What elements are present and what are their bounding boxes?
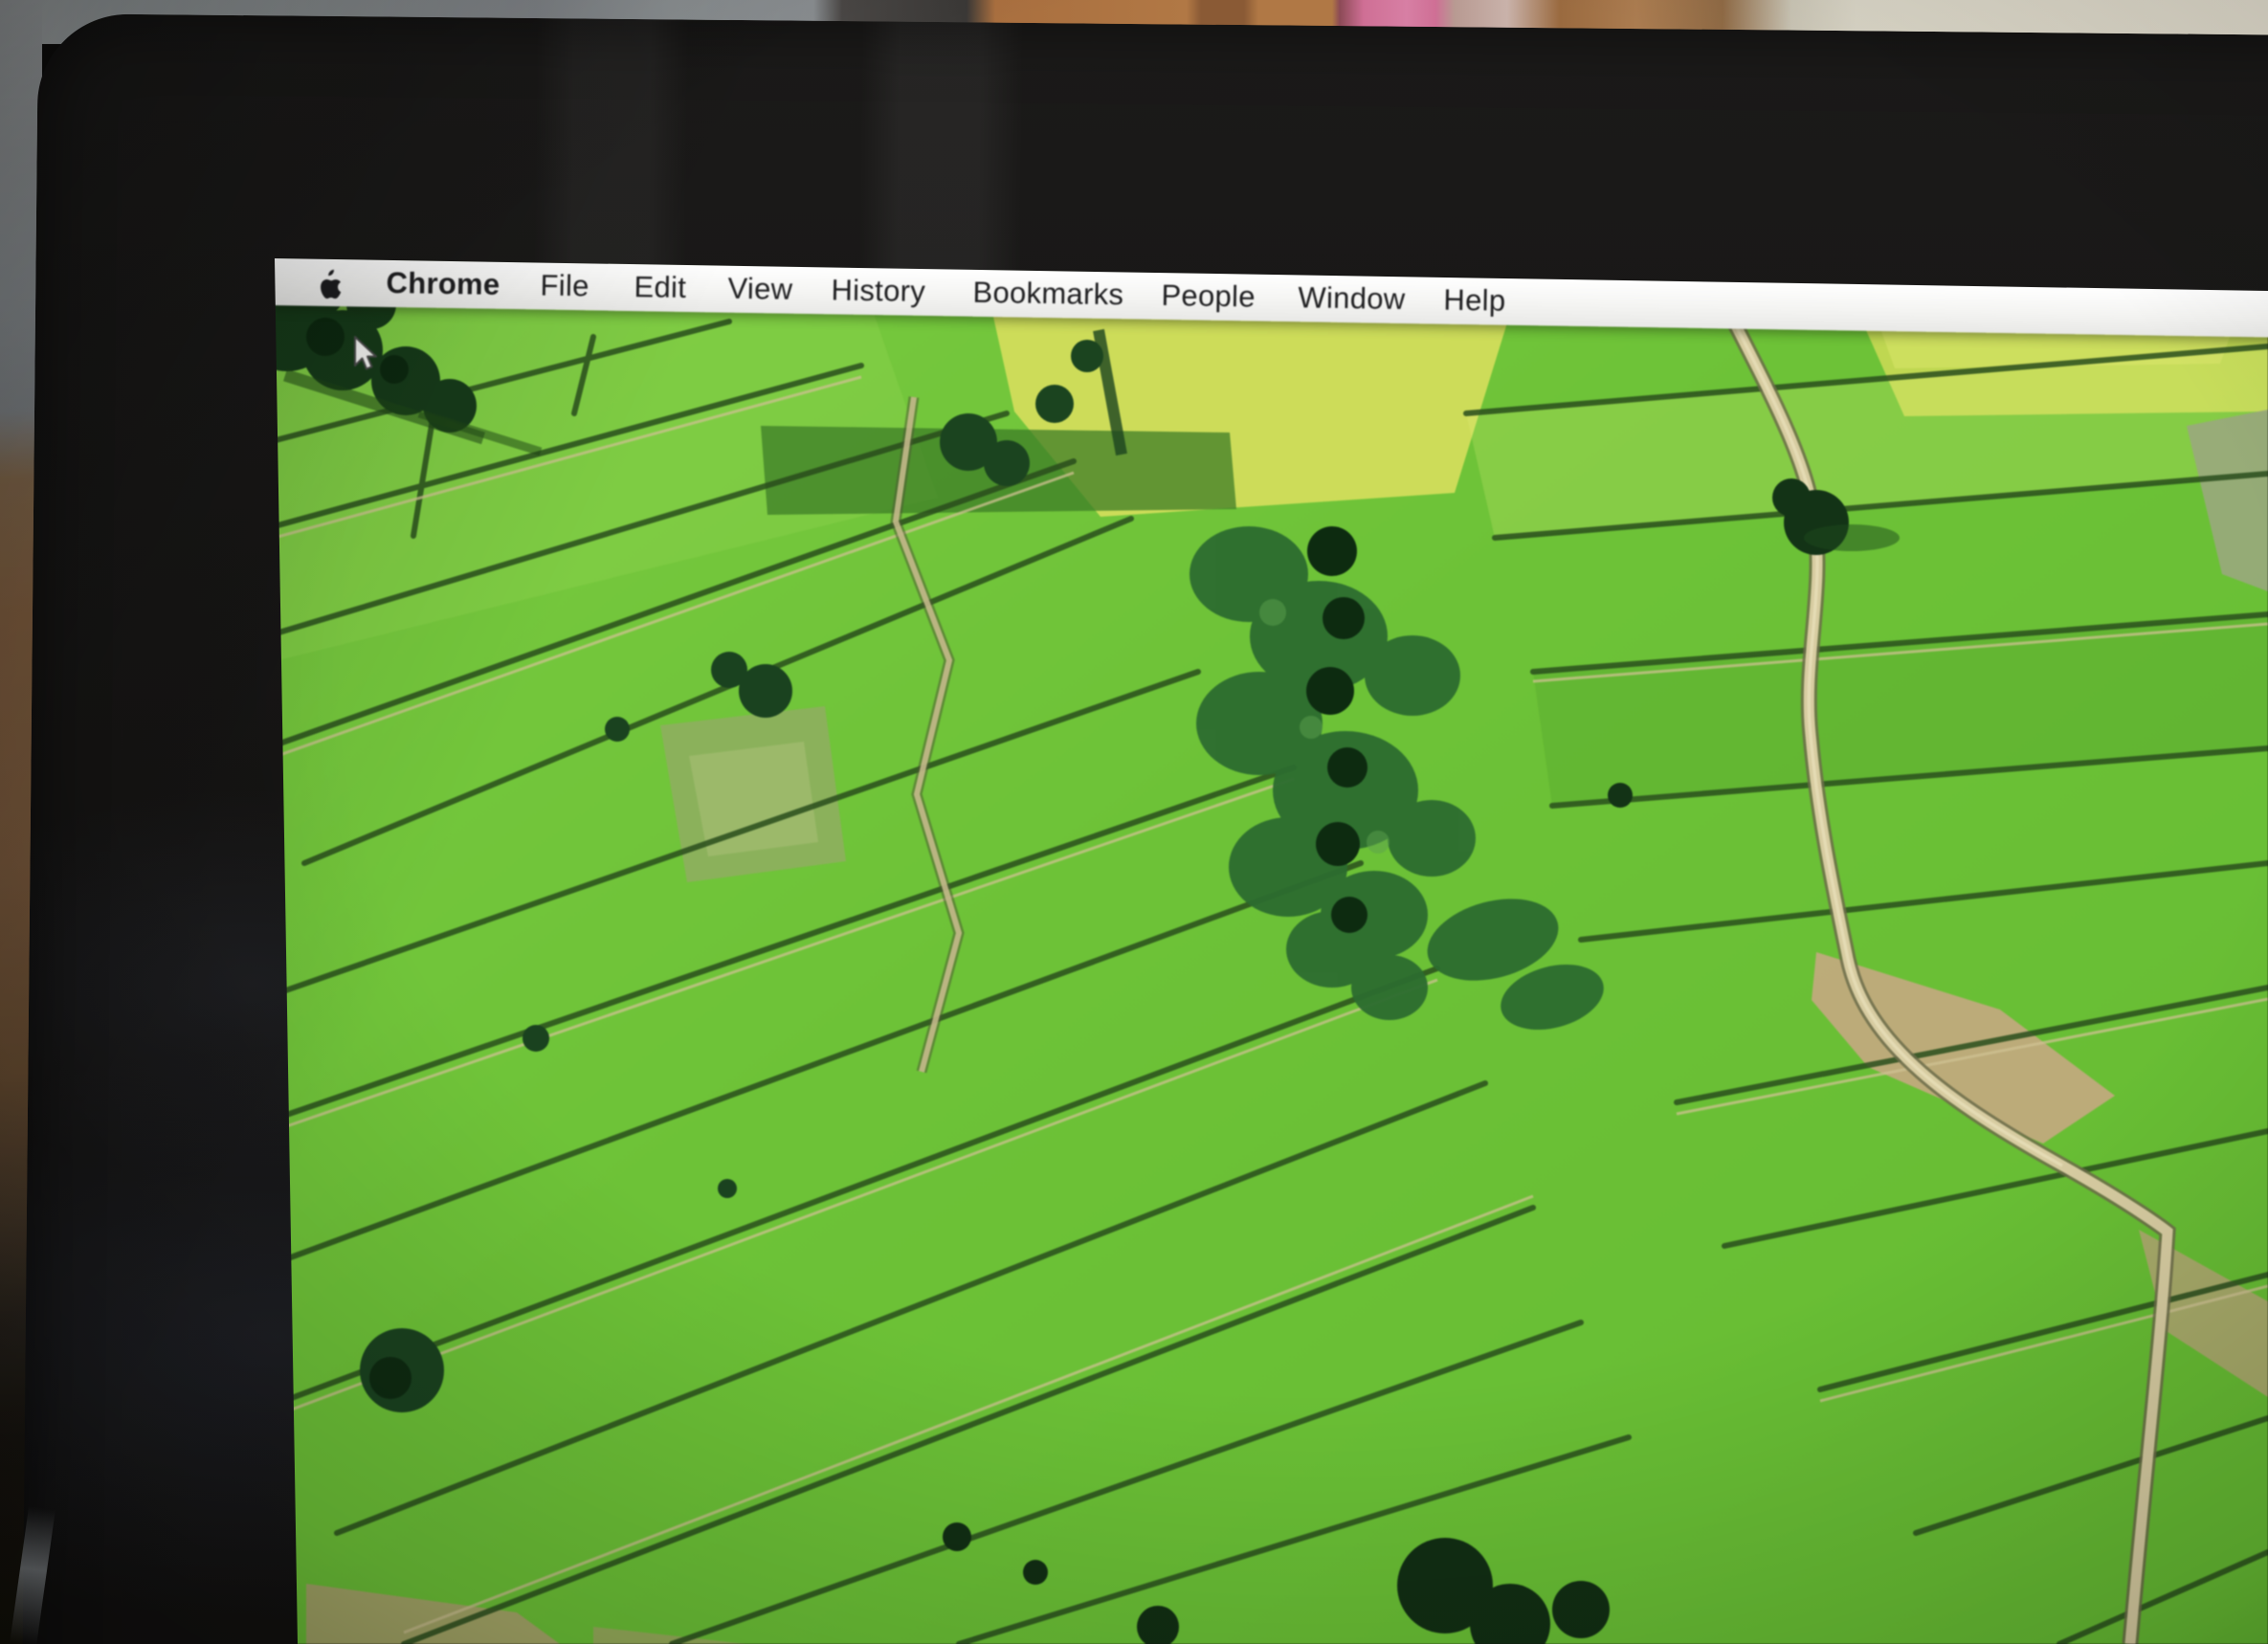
menu-item-file[interactable]: File — [540, 261, 589, 310]
menu-item-history[interactable]: History — [831, 266, 925, 316]
menu-item-bookmarks[interactable]: Bookmarks — [972, 269, 1124, 320]
photo-of-monitor: Chrome File Edit View History Bookmarks … — [0, 0, 2268, 1644]
apple-menu[interactable] — [312, 267, 345, 300]
menu-item-help[interactable]: Help — [1443, 277, 1506, 325]
menu-item-window[interactable]: Window — [1298, 274, 1406, 323]
menu-item-chrome[interactable]: Chrome — [386, 259, 500, 309]
arrow-cursor-icon — [353, 336, 382, 376]
menu-item-edit[interactable]: Edit — [634, 263, 686, 312]
apple-logo-icon — [312, 267, 345, 300]
menu-item-people[interactable]: People — [1161, 272, 1256, 322]
mouse-cursor — [353, 336, 382, 381]
menu-item-view[interactable]: View — [727, 265, 793, 314]
